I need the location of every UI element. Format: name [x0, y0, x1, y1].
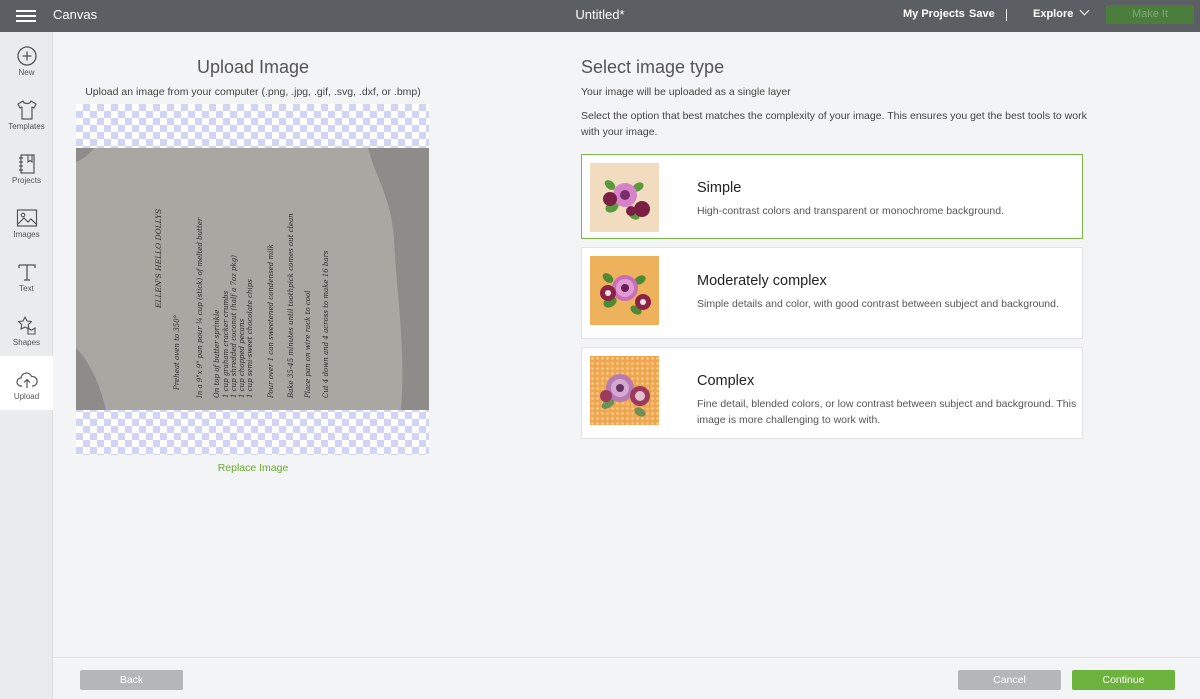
app-title: Canvas	[53, 7, 98, 22]
moderately-complex-thumbnail	[590, 256, 659, 325]
type-option-moderately-complex[interactable]: Moderately complex Simple details and co…	[581, 247, 1083, 339]
explore-label: Explore	[1033, 8, 1074, 20]
sidebar-label-upload: Upload	[13, 392, 40, 401]
topbar-divider	[1006, 9, 1007, 21]
flower-bouquet-icon	[600, 374, 650, 417]
plus-circle-icon	[16, 46, 37, 66]
cancel-button[interactable]: Cancel	[958, 670, 1061, 690]
recipe-line: Place pan on wire rack to cool	[304, 291, 312, 399]
save-link[interactable]: Save	[969, 8, 995, 20]
select-type-subtitle: Your image will be uploaded as a single …	[581, 86, 791, 98]
sidebar-label-new: New	[18, 68, 35, 77]
recipe-line: 1 cup shredded coconut (half a 7oz pkg)	[230, 255, 238, 398]
select-type-title: Select image type	[581, 57, 725, 77]
sidebar-label-text: Text	[19, 284, 34, 293]
sidebar-item-shapes[interactable]: Shapes	[0, 302, 53, 356]
upload-title: Upload Image	[196, 57, 310, 77]
select-type-instructions: Select the option that best matches the …	[581, 110, 1087, 138]
sidebar-label-shapes: Shapes	[12, 338, 41, 347]
sidebar-label-templates: Templates	[8, 122, 45, 131]
my-projects-link[interactable]: My Projects	[903, 8, 965, 20]
type-moderate-desc: Simple details and color, with good cont…	[697, 298, 1059, 310]
flower-bouquet-icon	[603, 180, 650, 220]
shapes-icon	[17, 316, 36, 335]
complex-thumbnail	[590, 356, 659, 425]
chevron-down-icon	[1079, 5, 1090, 16]
recipe-line: Pour over 1 can sweetened condensed milk	[267, 244, 275, 399]
recipe-line: Preheat oven to 350°	[173, 315, 181, 391]
flower-bouquet-icon	[600, 273, 651, 315]
text-icon	[17, 264, 36, 281]
type-option-simple[interactable]: Simple High-contrast colors and transpar…	[581, 154, 1083, 239]
document-title-wrap: Untitled*	[0, 7, 1200, 22]
cloud-upload-icon	[15, 372, 38, 388]
explore-dropdown[interactable]: Explore	[1033, 5, 1090, 20]
uploaded-recipe-photo: ELLEN'S HELLO DOLLYS Preheat oven to 350°…	[76, 148, 429, 410]
back-button[interactable]: Back	[80, 670, 183, 690]
make-it-button[interactable]: Make It	[1106, 5, 1194, 24]
type-simple-title: Simple	[697, 180, 742, 196]
replace-image-link[interactable]: Replace Image	[76, 462, 430, 474]
recipe-line: 1 cup graham cracker crumbs	[222, 290, 230, 398]
recipe-line: On top of butter sprinkle	[213, 310, 221, 398]
sidebar: New Templates Projects Images Text Shape…	[0, 32, 53, 699]
image-icon	[16, 209, 37, 227]
continue-button[interactable]: Continue	[1072, 670, 1175, 690]
simple-thumbnail	[590, 163, 659, 232]
sidebar-item-projects[interactable]: Projects	[0, 140, 53, 194]
upload-subtitle: Upload an image from your computer (.png…	[85, 86, 421, 98]
recipe-line: 1 cup semi-sweet chocolate chips	[246, 279, 254, 398]
document-title[interactable]: Untitled*	[575, 7, 624, 22]
recipe-line: Cut 4 down and 4 across to make 16 bars	[322, 250, 330, 398]
sidebar-item-templates[interactable]: Templates	[0, 86, 53, 140]
menu-icon[interactable]	[16, 7, 36, 25]
top-bar: Canvas Untitled* My Projects Save Explor…	[0, 0, 1200, 32]
sidebar-label-projects: Projects	[12, 176, 41, 185]
recipe-line: 1 cup chopped pecans	[238, 319, 246, 398]
recipe-line: ELLEN'S HELLO DOLLYS	[154, 209, 163, 309]
recipe-line: Bake 35-45 minutes until toothpick comes…	[287, 213, 295, 399]
type-complex-title: Complex	[697, 373, 755, 389]
sidebar-item-text[interactable]: Text	[0, 248, 53, 302]
footer-bar: Back Cancel Continue	[53, 657, 1200, 699]
sidebar-item-upload[interactable]: Upload	[0, 356, 53, 410]
image-preview: ELLEN'S HELLO DOLLYS Preheat oven to 350°…	[76, 104, 429, 455]
type-moderate-title: Moderately complex	[697, 273, 827, 289]
type-simple-desc: High-contrast colors and transparent or …	[697, 205, 1004, 217]
type-complex-desc: Fine detail, blended colors, or low cont…	[697, 398, 1077, 426]
type-option-complex[interactable]: Complex Fine detail, blended colors, or …	[581, 347, 1083, 439]
recipe-card-image: ELLEN'S HELLO DOLLYS Preheat oven to 350°…	[76, 148, 429, 410]
notebook-icon	[18, 154, 35, 174]
sidebar-item-images[interactable]: Images	[0, 194, 53, 248]
recipe-line: In a 9"x 9" pan pour ¼ cup (stick) of me…	[196, 217, 204, 399]
sidebar-item-new[interactable]: New	[0, 32, 53, 86]
sidebar-label-images: Images	[13, 230, 40, 239]
tshirt-icon	[16, 100, 37, 120]
